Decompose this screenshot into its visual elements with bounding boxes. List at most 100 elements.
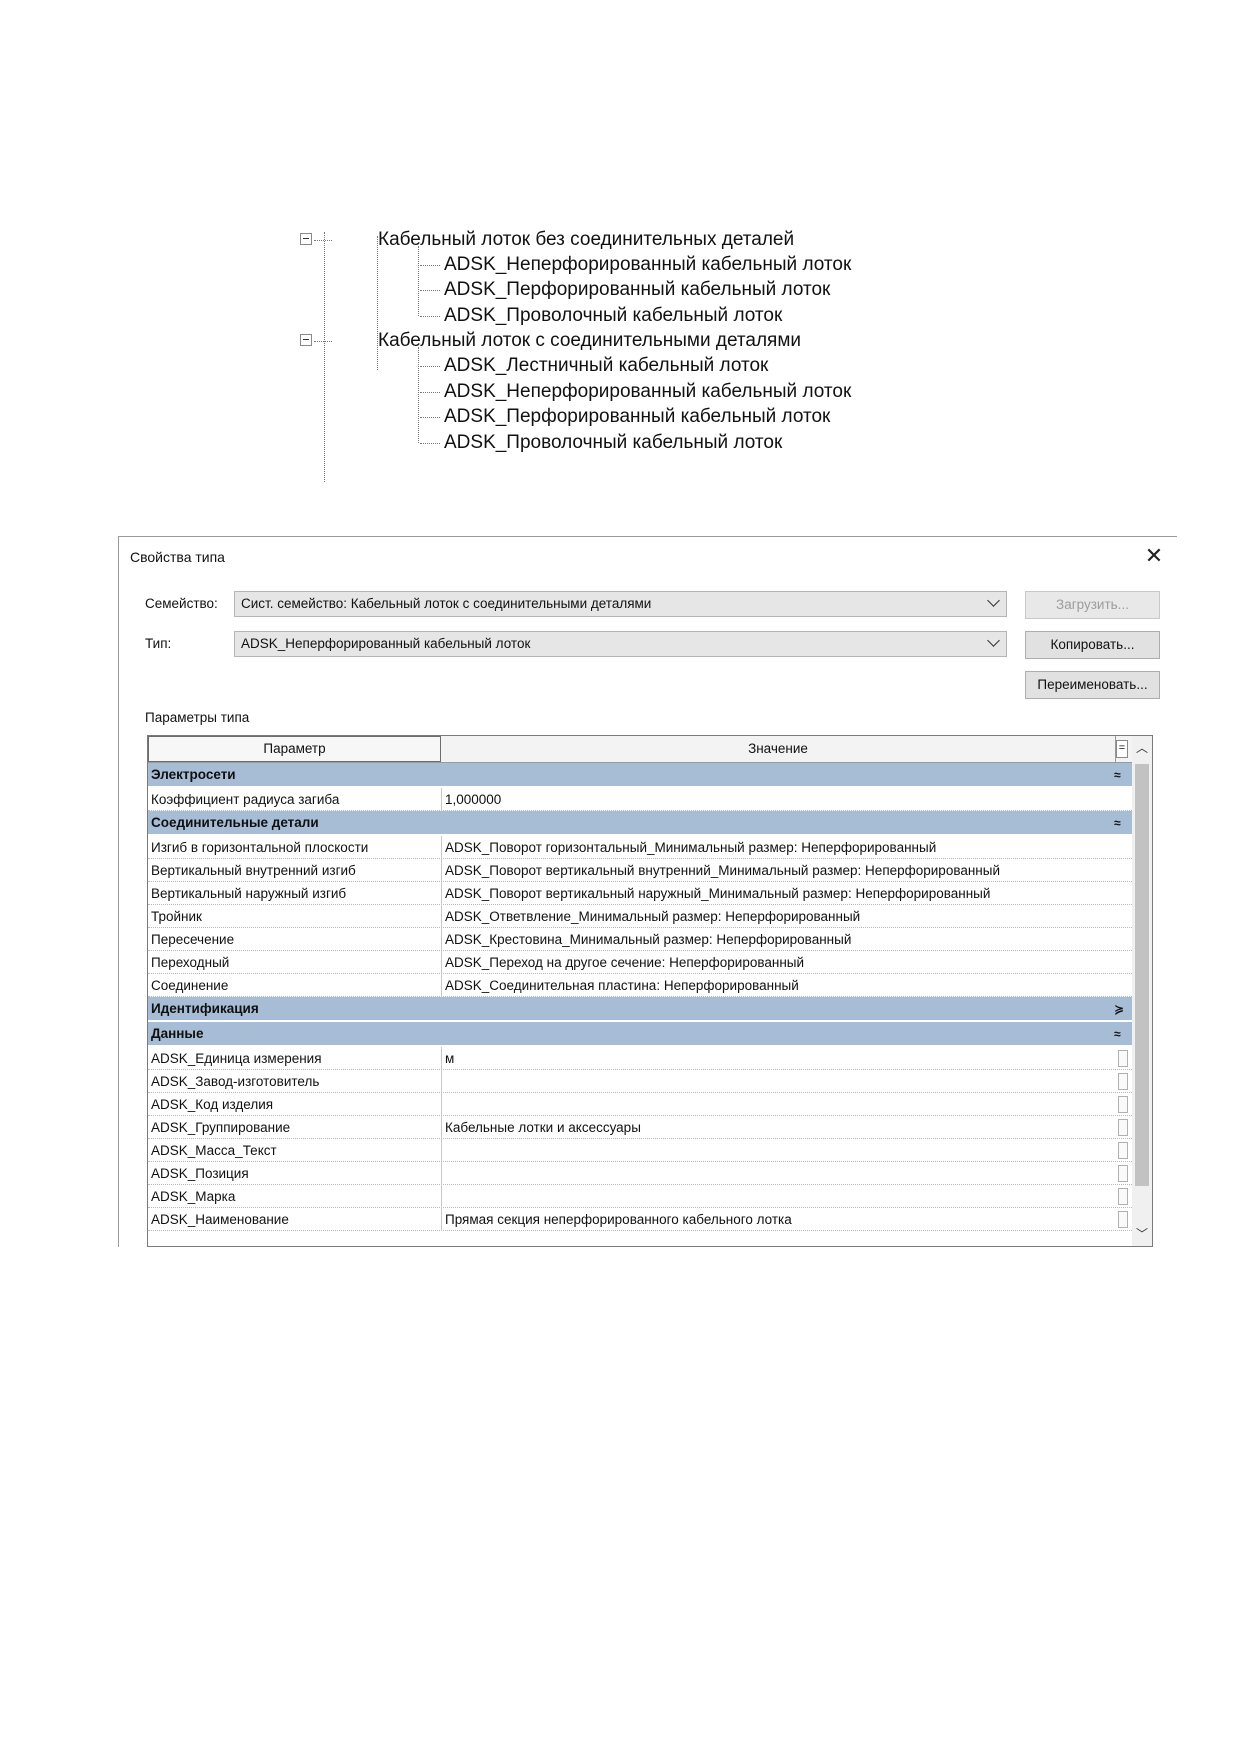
association-button[interactable] xyxy=(1118,1119,1128,1136)
type-select-value: ADSK_Неперфорированный кабельный лоток xyxy=(241,636,531,651)
table-row[interactable]: Тройник ADSK_Ответвление_Минимальный разм… xyxy=(148,905,1132,928)
parameter-value[interactable]: 1,000000 xyxy=(445,788,1045,811)
type-properties-dialog: Свойства типа ✕ Семейство: Сист. семейст… xyxy=(118,536,1177,1247)
scroll-down-icon[interactable]: ﹀ xyxy=(1132,1222,1152,1246)
group-header[interactable]: Идентификация ≽ xyxy=(148,997,1132,1021)
column-divider xyxy=(441,882,442,905)
table-row[interactable]: ADSK_Группирование Кабельные лотки и аксе… xyxy=(148,1116,1132,1139)
tree-item[interactable]: ADSK_Перфорированный кабельный лоток xyxy=(420,276,831,304)
table-row[interactable]: Переходный ADSK_Переход на другое сечение… xyxy=(148,951,1132,974)
collapse-icon[interactable] xyxy=(300,334,312,346)
tree-group-with-fittings[interactable]: Кабельный лоток с соединительными деталя… xyxy=(300,327,802,355)
tree-item[interactable]: ADSK_Неперфорированный кабельный лоток xyxy=(420,378,852,406)
copy-button[interactable]: Копировать... xyxy=(1025,631,1160,659)
parameter-value[interactable]: ADSK_Переход на другое сечение: Неперфор… xyxy=(445,951,1045,974)
tree-connector xyxy=(418,347,419,443)
table-row[interactable]: Коэффициент радиуса загиба 1,000000 xyxy=(148,788,1132,811)
collapse-icon[interactable] xyxy=(300,233,312,245)
table-row[interactable]: ADSK_Код изделия xyxy=(148,1093,1132,1116)
table-row[interactable]: Пересечение ADSK_Крестовина_Минимальный р… xyxy=(148,928,1132,951)
tree-item-label: ADSK_Перфорированный кабельный лоток xyxy=(444,279,831,300)
association-button[interactable] xyxy=(1118,1211,1128,1228)
tree-item[interactable]: ADSK_Проволочный кабельный лоток xyxy=(420,429,783,457)
family-type-tree: Кабельный лоток без соединительных детал… xyxy=(300,226,880,482)
table-row[interactable]: Вертикальный наружный изгиб ADSK_Поворот … xyxy=(148,882,1132,905)
tree-connector xyxy=(418,246,419,316)
tree-connector xyxy=(314,240,332,241)
group-toggle-icon[interactable]: ≽ xyxy=(1114,997,1124,1021)
column-divider xyxy=(441,1116,442,1139)
group-toggle-icon[interactable]: ≈ xyxy=(1114,811,1121,835)
group-title: Электросети xyxy=(151,767,236,782)
parameter-value[interactable]: Кабельные лотки и аксессуары xyxy=(445,1116,1045,1139)
tree-group-label: Кабельный лоток с соединительными деталя… xyxy=(378,330,802,351)
family-label: Семейство: xyxy=(145,596,218,611)
parameter-value[interactable]: ADSK_Соединительная пластина: Неперфорир… xyxy=(445,974,1045,997)
column-divider xyxy=(441,1208,442,1231)
group-toggle-icon[interactable]: ≈ xyxy=(1114,763,1121,787)
table-row[interactable]: ADSK_Единица измерения м xyxy=(148,1047,1132,1070)
tree-group-without-fittings[interactable]: Кабельный лоток без соединительных детал… xyxy=(300,226,795,254)
association-button[interactable] xyxy=(1118,1188,1128,1205)
tree-item-label: ADSK_Неперфорированный кабельный лоток xyxy=(444,381,852,402)
group-header[interactable]: Данные ≈ xyxy=(148,1022,1132,1046)
table-row[interactable]: ADSK_Позиция xyxy=(148,1162,1132,1185)
group-title: Данные xyxy=(151,1026,204,1041)
tree-connector xyxy=(420,417,440,418)
table-row[interactable]: ADSK_Завод-изготовитель xyxy=(148,1070,1132,1093)
tree-item[interactable]: ADSK_Проволочный кабельный лоток xyxy=(420,302,782,330)
column-divider xyxy=(441,905,442,928)
parameter-value[interactable]: м xyxy=(445,1047,1045,1070)
parameter-value[interactable]: ADSK_Ответвление_Минимальный размер: Неп… xyxy=(445,905,1045,928)
column-divider xyxy=(441,1185,442,1208)
parameter-name: Тройник xyxy=(151,909,202,924)
group-title: Идентификация xyxy=(151,1001,259,1016)
parameter-value[interactable]: ADSK_Поворот горизонтальный_Минимальный … xyxy=(445,836,1045,859)
table-row[interactable]: Изгиб в горизонтальной плоскости ADSK_Пов… xyxy=(148,836,1132,859)
column-divider xyxy=(441,788,442,811)
type-select[interactable]: ADSK_Неперфорированный кабельный лоток xyxy=(234,631,1007,657)
scrollbar-thumb[interactable] xyxy=(1135,764,1149,1186)
association-button[interactable] xyxy=(1118,1073,1128,1090)
type-parameters-label: Параметры типа xyxy=(145,710,250,725)
table-row[interactable]: Соединение ADSK_Соединительная пластина: … xyxy=(148,974,1132,997)
family-select[interactable]: Сист. семейство: Кабельный лоток с соеди… xyxy=(234,591,1007,617)
group-header[interactable]: Соединительные детали ≈ xyxy=(148,811,1132,835)
table-row[interactable]: ADSK_Наименование Прямая секция неперфори… xyxy=(148,1208,1132,1231)
table-row[interactable]: ADSK_Марка xyxy=(148,1185,1132,1208)
tree-item-label: ADSK_Неперфорированный кабельный лоток xyxy=(444,254,852,275)
load-button[interactable]: Загрузить... xyxy=(1025,591,1160,619)
column-header-value[interactable]: Значение xyxy=(441,736,1116,762)
parameter-value[interactable]: ADSK_Поворот вертикальный внутренний_Мин… xyxy=(445,859,1045,882)
column-divider xyxy=(441,1070,442,1093)
formula-button[interactable]: = xyxy=(1116,740,1128,758)
group-header[interactable]: Электросети ≈ xyxy=(148,763,1132,787)
parameter-value[interactable]: ADSK_Крестовина_Минимальный размер: Непе… xyxy=(445,928,1045,951)
tree-item[interactable]: ADSK_Лестничный кабельный лоток xyxy=(420,352,768,380)
table-row[interactable]: Вертикальный внутренний изгиб ADSK_Поворо… xyxy=(148,859,1132,882)
group-toggle-icon[interactable]: ≈ xyxy=(1114,1022,1121,1046)
association-button[interactable] xyxy=(1118,1165,1128,1182)
parameter-name: ADSK_Код изделия xyxy=(151,1097,274,1112)
tree-item[interactable]: ADSK_Неперфорированный кабельный лоток xyxy=(420,251,852,279)
tree-group-label: Кабельный лоток без соединительных детал… xyxy=(378,229,795,250)
vertical-scrollbar[interactable]: ︿ ﹀ xyxy=(1132,736,1152,1246)
rename-button[interactable]: Переименовать... xyxy=(1025,671,1160,699)
column-header-parameter[interactable]: Параметр xyxy=(148,736,441,762)
family-select-value: Сист. семейство: Кабельный лоток с соеди… xyxy=(241,596,652,611)
parameter-name: Пересечение xyxy=(151,932,235,947)
association-button[interactable] xyxy=(1118,1142,1128,1159)
parameter-value[interactable]: ADSK_Поворот вертикальный наружный_Миним… xyxy=(445,882,1045,905)
tree-item-label: ADSK_Проволочный кабельный лоток xyxy=(444,432,783,453)
association-button[interactable] xyxy=(1118,1096,1128,1113)
tree-connector xyxy=(420,316,440,317)
parameter-name: ADSK_Группирование xyxy=(151,1120,291,1135)
table-row[interactable]: ADSK_Масса_Текст xyxy=(148,1139,1132,1162)
close-icon[interactable]: ✕ xyxy=(1139,541,1169,571)
parameter-value[interactable]: Прямая секция неперфорированного кабельн… xyxy=(445,1208,1045,1231)
parameter-name: ADSK_Масса_Текст xyxy=(151,1143,277,1158)
tree-item[interactable]: ADSK_Перфорированный кабельный лоток xyxy=(420,403,830,431)
column-divider xyxy=(441,836,442,859)
scroll-up-icon[interactable]: ︿ xyxy=(1132,736,1152,760)
association-button[interactable] xyxy=(1118,1050,1128,1067)
